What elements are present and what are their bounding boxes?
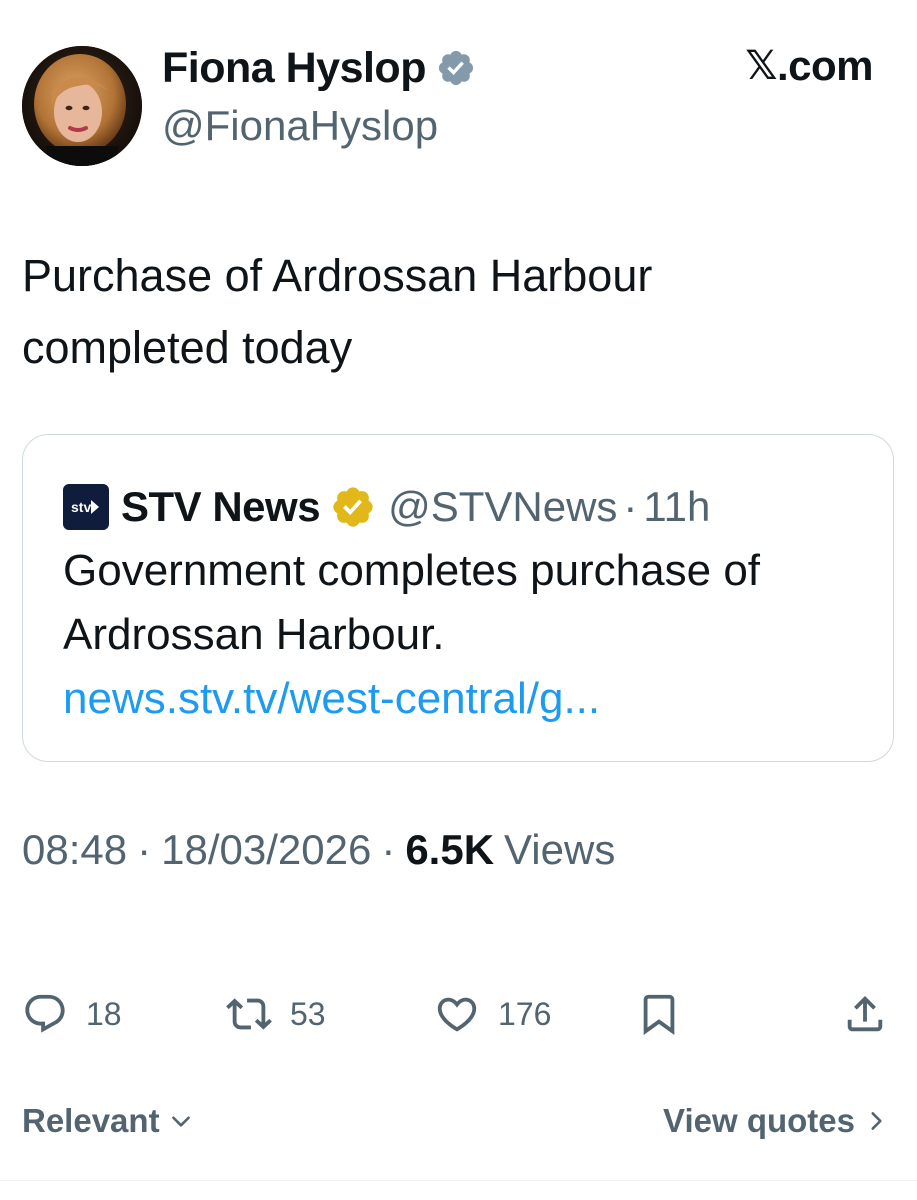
heart-icon — [437, 997, 477, 1032]
quoted-tweet-header: stv STV News @STVNews · 11h — [63, 479, 710, 535]
quoted-tweet-card[interactable]: stv STV News @STVNews · 11h Government c… — [22, 434, 894, 762]
sort-label: Relevant — [22, 1102, 160, 1139]
chevron-right-icon — [871, 1112, 882, 1130]
speech-bubble-icon — [25, 994, 65, 1033]
like-button[interactable]: 176 — [434, 984, 551, 1044]
source-site-label: 𝕏 .com — [745, 42, 873, 90]
view-quotes-link[interactable]: View quotes — [663, 1102, 889, 1140]
repost-button[interactable]: 53 — [226, 984, 326, 1044]
svg-text:stv: stv — [71, 499, 91, 515]
author-avatar[interactable] — [22, 46, 142, 166]
tweet-date[interactable]: 18/03/2026 — [161, 826, 371, 874]
quoted-article-link[interactable]: news.stv.tv/west-central/g... — [63, 667, 873, 731]
views-label: Views — [504, 826, 616, 873]
quoted-text-line: Ardrossan Harbour. — [63, 610, 445, 659]
tweet-text-line: completed today — [22, 322, 353, 373]
tweet-text-line: Purchase of Ardrossan Harbour — [22, 250, 653, 301]
stv-logo-icon: stv — [63, 484, 109, 530]
quoted-handle[interactable]: @STVNews — [388, 483, 617, 531]
quoted-timestamp[interactable]: 11h — [643, 483, 710, 531]
share-button[interactable] — [842, 984, 888, 1044]
bookmark-icon — [643, 994, 675, 1035]
meta-separator: · — [137, 826, 152, 873]
like-count: 176 — [498, 995, 552, 1032]
author-name-row[interactable]: Fiona Hyslop — [162, 40, 476, 96]
reply-count: 18 — [86, 995, 122, 1032]
views-count[interactable]: 6.5K — [405, 826, 494, 874]
gold-verified-badge-icon — [333, 487, 373, 527]
avatar-photo — [22, 46, 142, 166]
repost-count: 53 — [290, 995, 326, 1032]
tweet-meta: 08:48 · 18/03/2026 · 6.5K Views — [22, 826, 615, 874]
quoted-account-name[interactable]: STV News — [121, 483, 321, 531]
bookmark-button[interactable] — [636, 984, 682, 1044]
tweet-action-bar: 18 53 176 — [0, 984, 917, 1044]
author-handle[interactable]: @FionaHyslop — [162, 102, 438, 150]
x-logo-icon: 𝕏 — [745, 43, 777, 89]
bottom-divider — [0, 1180, 917, 1181]
view-quotes-label: View quotes — [663, 1102, 855, 1139]
reply-button[interactable]: 18 — [22, 984, 122, 1044]
tweet-time[interactable]: 08:48 — [22, 826, 127, 874]
repost-arrows-icon — [226, 998, 272, 1030]
tweet-text: Purchase of Ardrossan Harbour completed … — [22, 240, 882, 384]
quoted-text-line: Government completes purchase of — [63, 546, 761, 595]
chevron-down-icon — [171, 1116, 190, 1127]
author-display-name[interactable]: Fiona Hyslop — [162, 44, 426, 93]
meta-separator: · — [381, 826, 396, 873]
share-upload-icon — [847, 995, 883, 1032]
grey-verified-badge-icon — [438, 50, 474, 86]
source-site-suffix: .com — [776, 42, 874, 89]
quoted-tweet-body: Government completes purchase of Ardross… — [63, 539, 873, 731]
sort-replies-dropdown[interactable]: Relevant — [22, 1102, 194, 1140]
quoted-separator: · — [623, 483, 638, 530]
